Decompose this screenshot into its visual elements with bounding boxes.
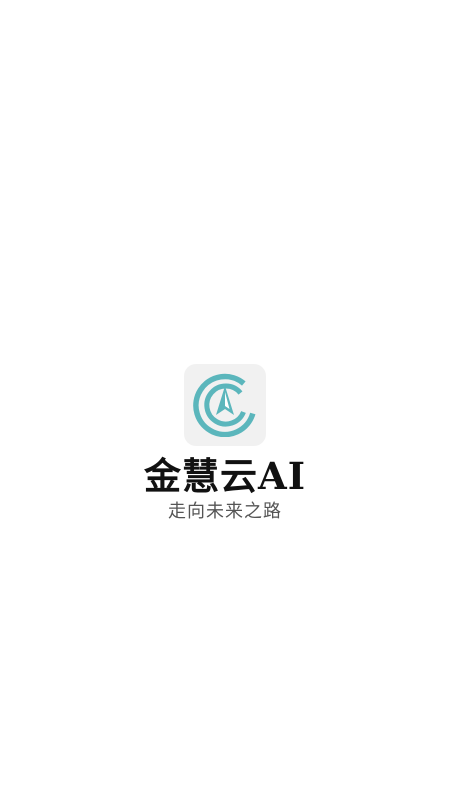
app-name: 金慧云AI: [143, 454, 306, 498]
splash-screen: 金慧云AI 走向未来之路: [0, 0, 450, 800]
app-slogan: 走向未来之路: [168, 501, 282, 522]
compass-ring-icon: [193, 373, 256, 437]
app-logo: [184, 364, 266, 446]
